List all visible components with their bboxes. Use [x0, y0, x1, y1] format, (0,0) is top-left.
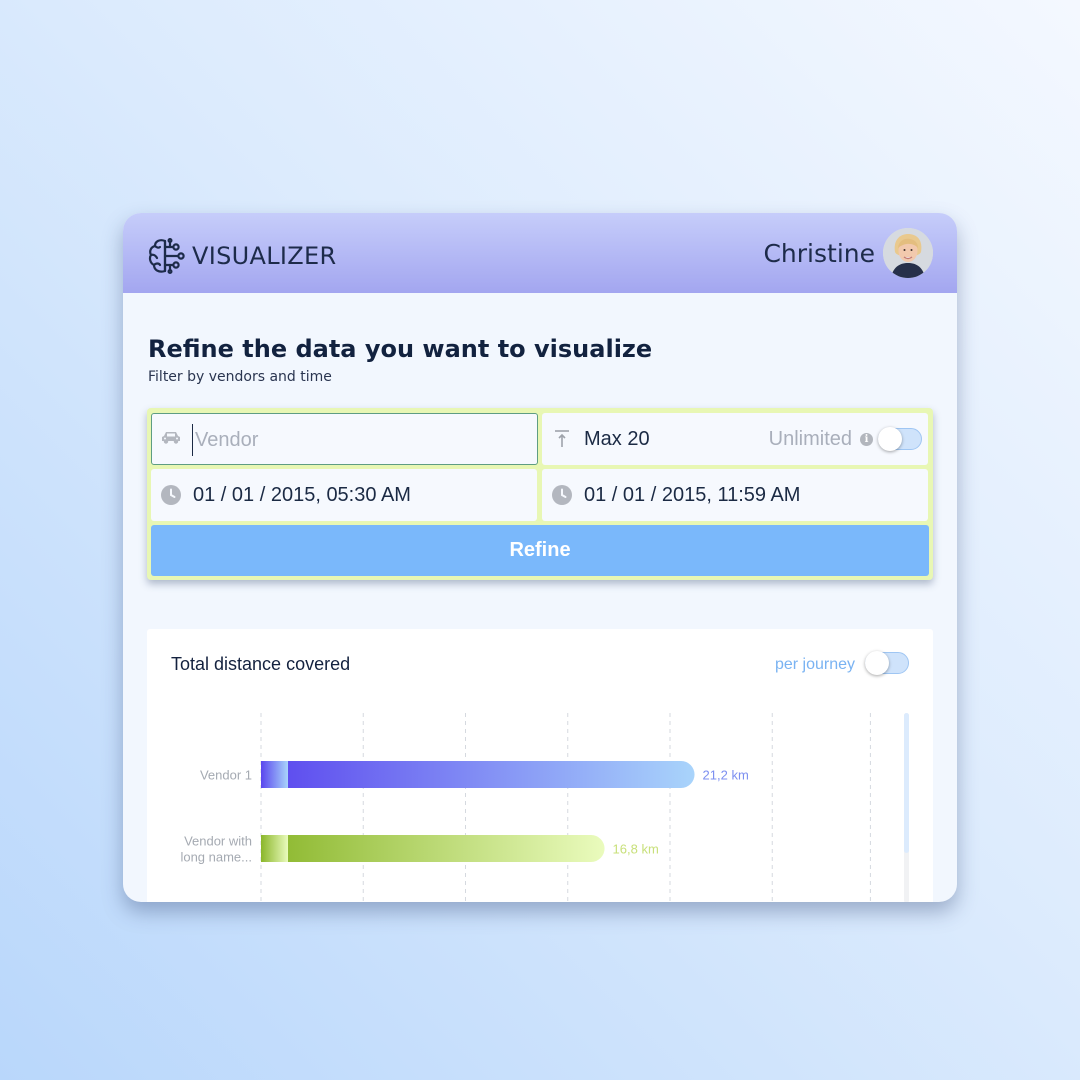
unlimited-label: Unlimited [768, 427, 852, 450]
limit-field[interactable]: Max 20 Unlimited i [542, 413, 928, 465]
avatar-portrait-icon [883, 228, 933, 278]
clock-icon [552, 485, 572, 505]
user-name[interactable]: Christine [763, 239, 875, 268]
bar-value-label: 21,2 km [703, 768, 749, 783]
filter-panel: Max 20 Unlimited i 01 / 01 / 2015, 05:30… [147, 408, 933, 580]
chart-scrollbar-thumb[interactable] [904, 713, 909, 853]
refine-button[interactable]: Refine [151, 525, 929, 576]
bar-1[interactable] [261, 761, 695, 788]
page-subtitle: Filter by vendors and time [148, 369, 332, 385]
clock-icon [161, 485, 181, 505]
app-name: VISUALIZER [192, 242, 337, 270]
toggle-knob [878, 427, 902, 451]
end-datetime-value: 01 / 01 / 2015, 11:59 AM [584, 483, 801, 506]
arrow-up-to-line-icon [555, 430, 569, 447]
start-datetime-value: 01 / 01 / 2015, 05:30 AM [193, 483, 411, 506]
user-avatar[interactable] [883, 228, 933, 278]
page-title: Refine the data you want to visualize [148, 335, 653, 363]
car-icon [162, 432, 180, 444]
end-datetime-field[interactable]: 01 / 01 / 2015, 11:59 AM [542, 469, 928, 521]
distance-bar-chart: 21,2 km Vendor 1 16,8 km Vendor with long na… [180, 713, 871, 902]
chart-scrollbar[interactable] [904, 713, 909, 902]
limit-value: Max 20 [584, 427, 650, 450]
unlimited-toggle[interactable] [878, 427, 922, 451]
category-label: Vendor 1 [200, 768, 252, 783]
brain-circuit-icon [148, 238, 185, 274]
info-icon[interactable]: i [860, 433, 873, 446]
bar-value-label: 16,8 km [613, 842, 659, 857]
vendor-input[interactable] [192, 424, 527, 456]
distance-chart-card: Total distance covered per journey 21,2 … [147, 629, 933, 902]
brand[interactable]: VISUALIZER [148, 238, 336, 274]
bar-1-square-start [261, 761, 288, 788]
category-label: Vendor with long name... [180, 834, 252, 865]
bar-2[interactable] [261, 835, 605, 862]
start-datetime-field[interactable]: 01 / 01 / 2015, 05:30 AM [151, 469, 537, 521]
visualizer-card: VISUALIZER Christine Refine the data you… [123, 213, 957, 902]
app-header: VISUALIZER Christine [123, 213, 957, 293]
bar-2-square-start [261, 835, 288, 862]
vendor-field[interactable] [151, 413, 538, 465]
